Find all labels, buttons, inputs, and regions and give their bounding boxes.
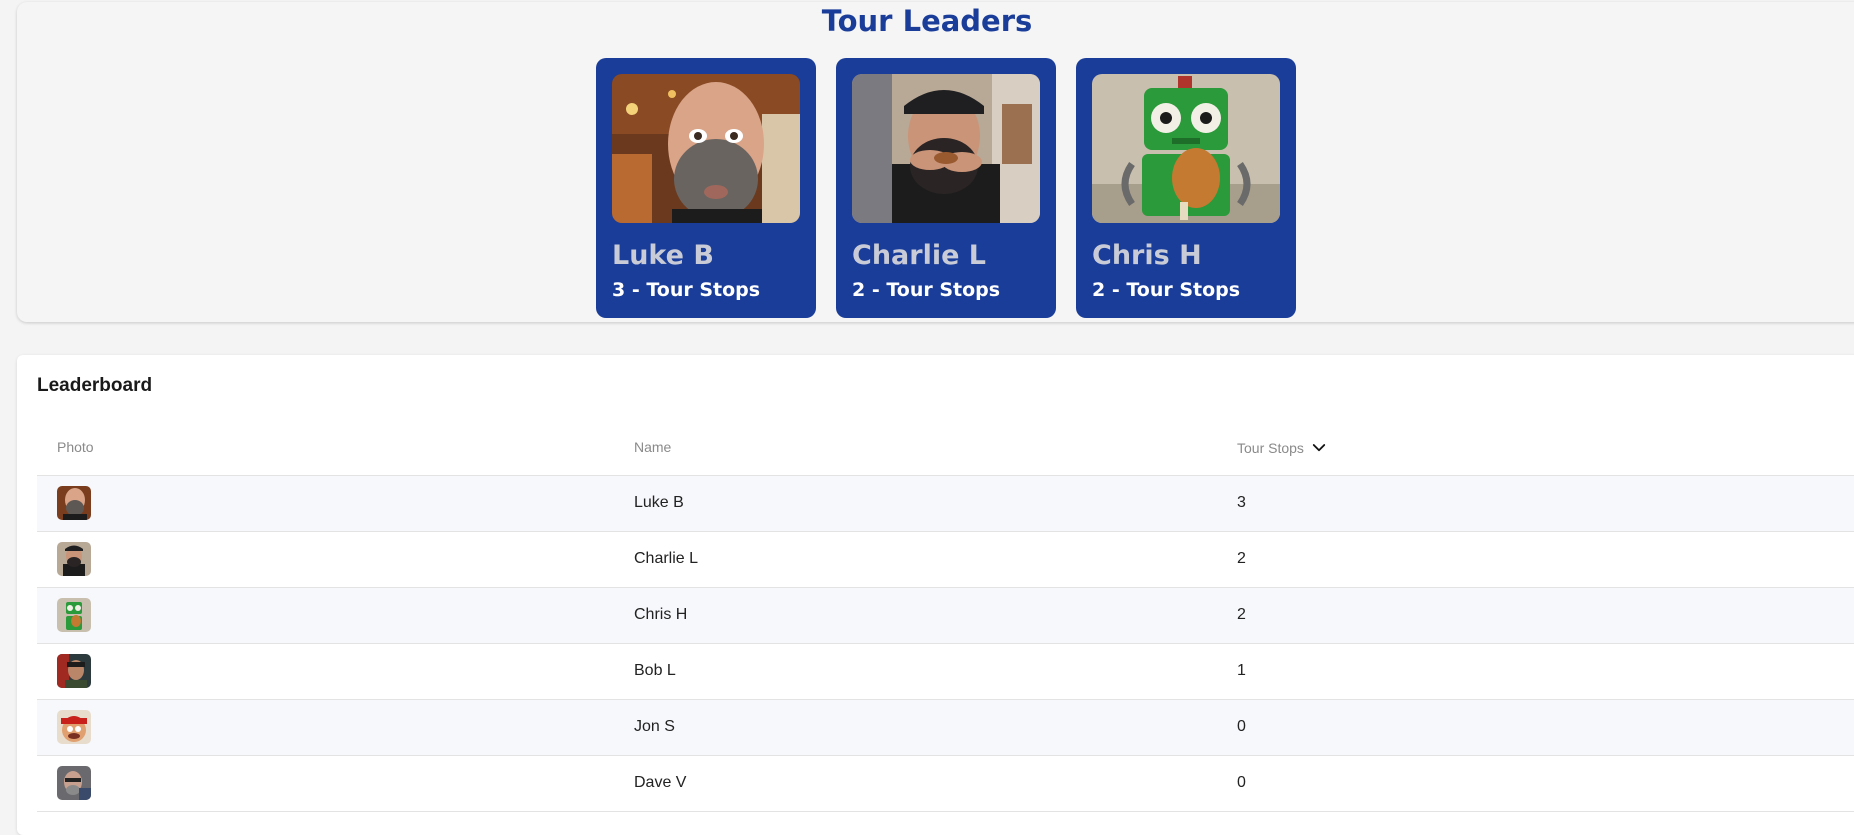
leader-card-3[interactable]: Chris H 2 - Tour Stops [1076, 58, 1296, 318]
leaderboard-panel: Leaderboard Photo Name Tour Stops Luke B… [17, 355, 1854, 835]
row-tour-stops: 2 [1237, 606, 1246, 623]
avatar [57, 542, 91, 576]
leader-stops-3: 2 - Tour Stops [1092, 279, 1241, 301]
leader-stops-2: 2 - Tour Stops [852, 279, 1001, 301]
row-tour-stops: 1 [1237, 662, 1246, 679]
leaderboard-title: Leaderboard [37, 375, 153, 396]
leader-name-1: Luke B [612, 240, 714, 271]
avatar [57, 710, 91, 744]
table-row[interactable]: Jon S 0 [37, 700, 1854, 756]
column-header-photo: Photo [57, 439, 94, 455]
leader-stops-1: 3 - Tour Stops [612, 279, 761, 301]
leader-photo-1 [612, 74, 800, 223]
row-name: Charlie L [634, 550, 699, 567]
row-tour-stops: 3 [1237, 494, 1246, 511]
avatar [57, 486, 91, 520]
row-name: Chris H [634, 606, 688, 623]
leader-photo-3 [1092, 74, 1280, 223]
row-name: Jon S [634, 718, 675, 735]
leader-card-2[interactable]: Charlie L 2 - Tour Stops [836, 58, 1056, 318]
column-header-tour-stops[interactable]: Tour Stops [1237, 439, 1328, 457]
row-tour-stops: 0 [1237, 718, 1246, 735]
leader-card-1[interactable]: Luke B 3 - Tour Stops [596, 58, 816, 318]
table-row[interactable]: Luke B 3 [37, 476, 1854, 532]
avatar [57, 766, 91, 800]
row-name: Luke B [634, 494, 684, 511]
leader-photo-2 [852, 74, 1040, 223]
table-row[interactable]: Chris H 2 [37, 588, 1854, 644]
table-row[interactable]: Dave V 0 [37, 756, 1854, 812]
row-tour-stops: 2 [1237, 550, 1246, 567]
row-tour-stops: 0 [1237, 774, 1246, 791]
chevron-down-icon[interactable] [1310, 439, 1328, 457]
leader-name-2: Charlie L [852, 240, 986, 271]
avatar [57, 654, 91, 688]
row-name: Bob L [634, 662, 676, 679]
column-header-tour-stops-label: Tour Stops [1237, 440, 1304, 456]
avatar [57, 598, 91, 632]
table-row[interactable]: Bob L 1 [37, 644, 1854, 700]
column-header-name[interactable]: Name [634, 439, 671, 455]
leader-name-3: Chris H [1092, 240, 1202, 271]
table-row[interactable]: Charlie L 2 [37, 532, 1854, 588]
leader-cards: Luke B 3 - Tour Stops Charlie L 2 - Tour… [596, 58, 1296, 318]
tour-leaders-title: Tour Leaders [821, 4, 1033, 38]
row-name: Dave V [634, 774, 687, 791]
table-header: Photo Name Tour Stops [37, 419, 1854, 476]
